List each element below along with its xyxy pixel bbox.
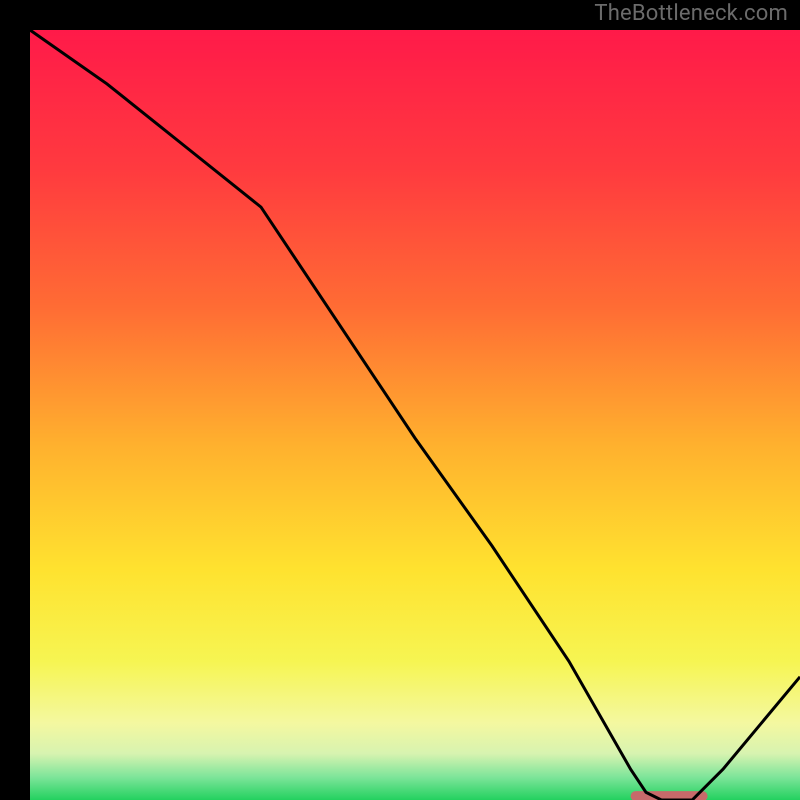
figure: TheBottleneck.com [0, 0, 800, 800]
chart-svg [30, 30, 800, 800]
plot-area [30, 30, 800, 800]
watermark-label: TheBottleneck.com [594, 1, 788, 26]
gradient-background [30, 30, 800, 800]
